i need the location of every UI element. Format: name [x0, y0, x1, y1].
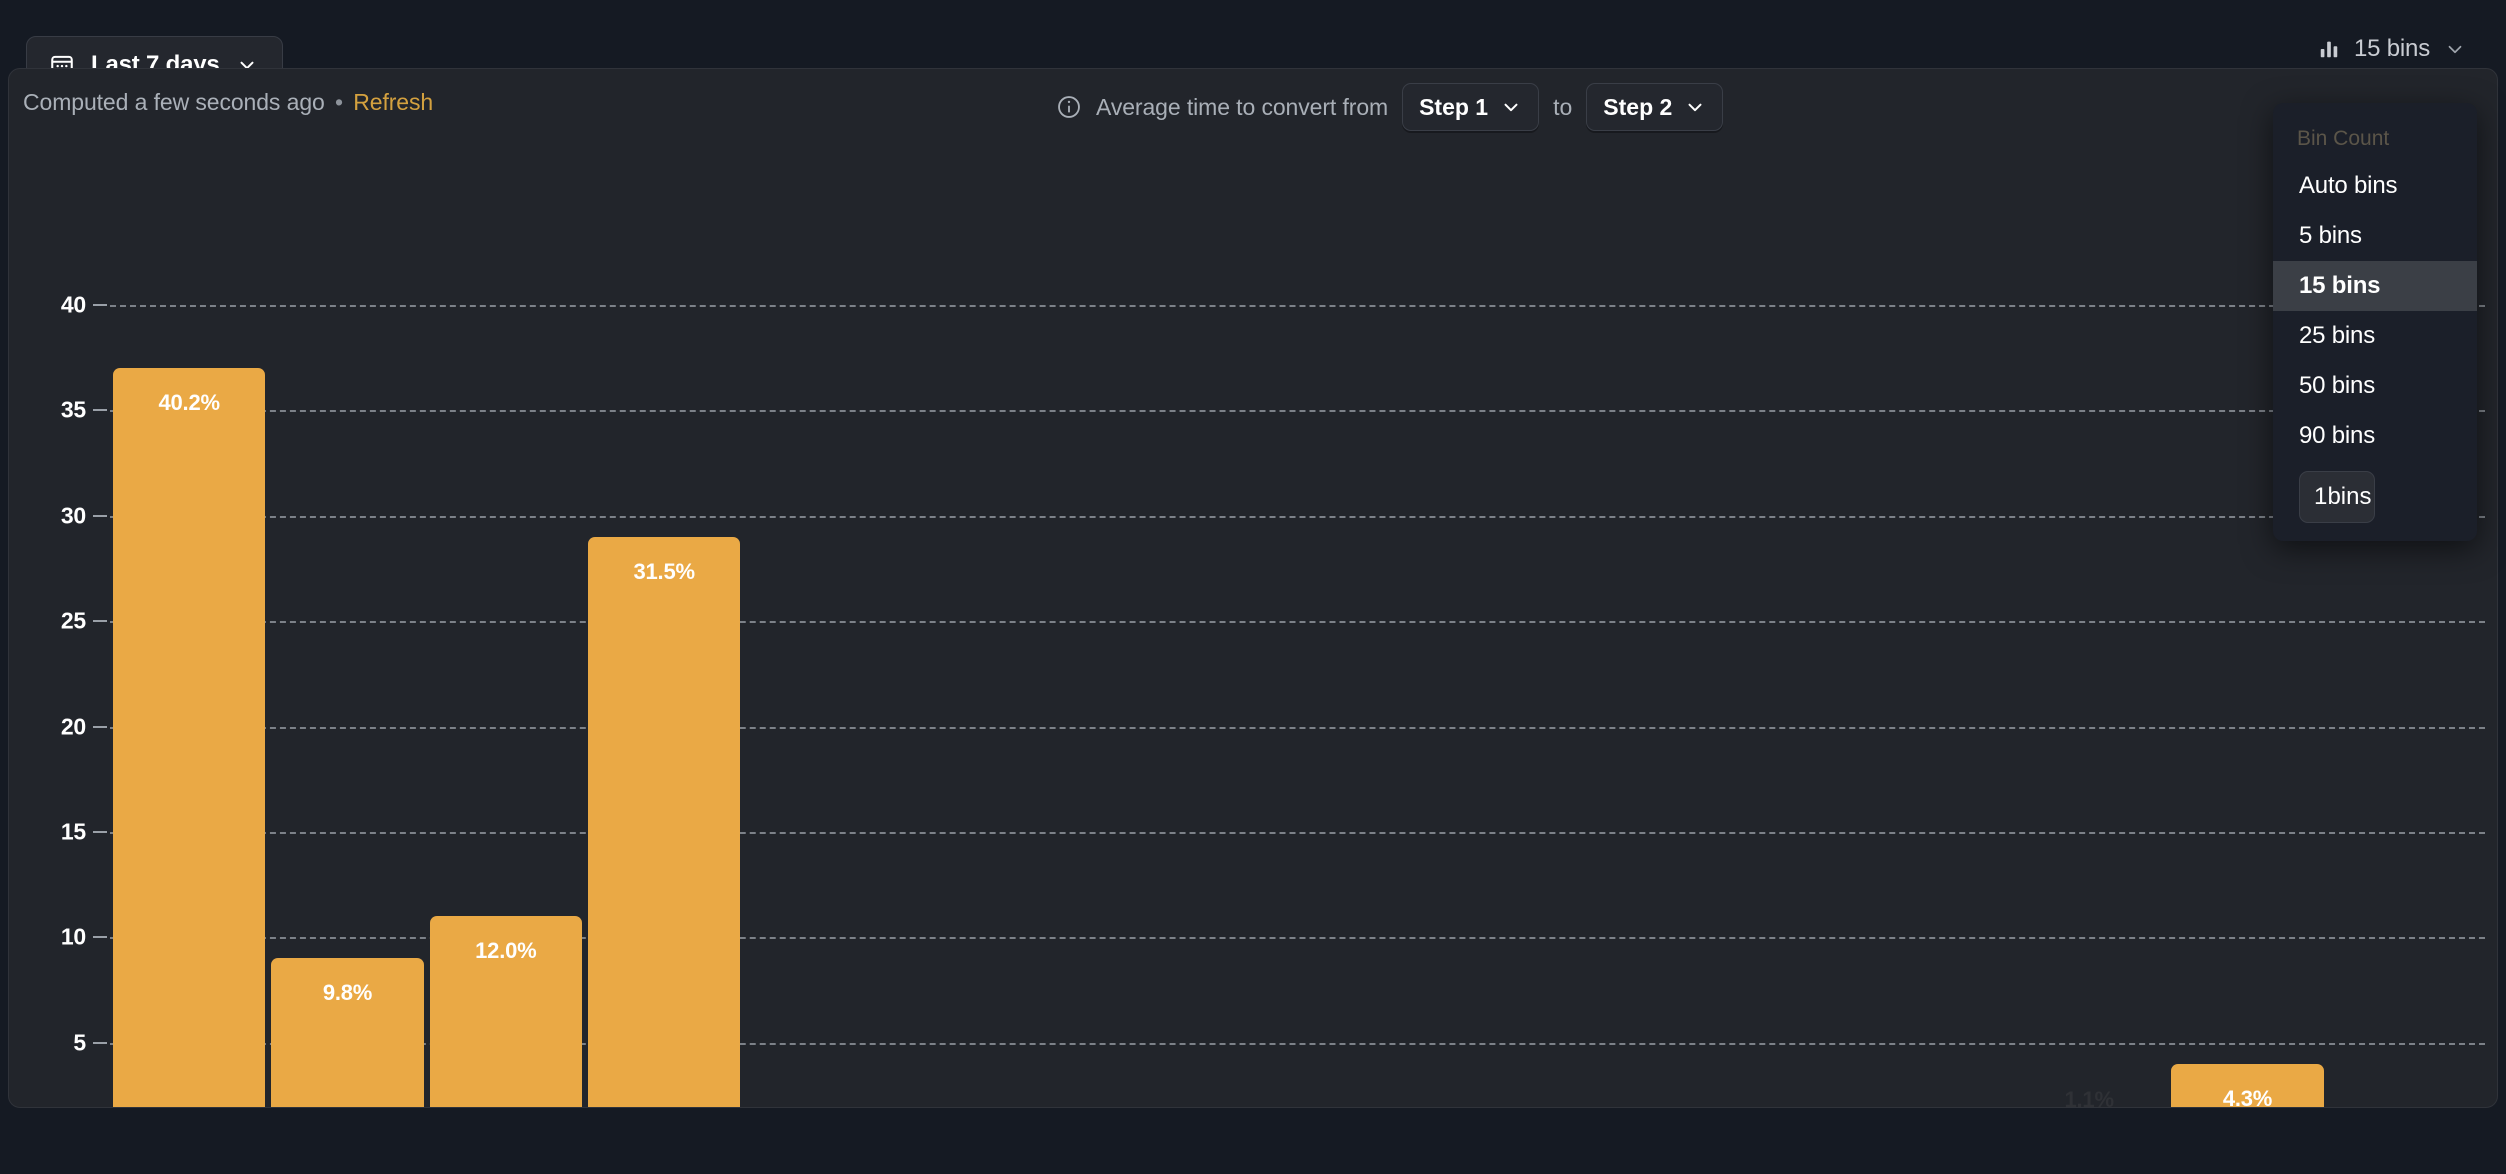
bar-value-label: 12.0% — [475, 938, 537, 964]
y-axis-tick-label: 35 — [60, 396, 86, 423]
panel-meta-row: Computed a few seconds ago • Refresh Ave… — [9, 69, 2497, 135]
y-axis-tick-mark — [93, 304, 107, 306]
y-axis-tick-label: 15 — [60, 818, 86, 845]
y-axis-tick-label: 40 — [60, 291, 86, 318]
bar-value-label: 9.8% — [322, 980, 373, 1006]
y-axis-tick-label: 30 — [60, 502, 86, 529]
y-axis-tick-mark — [93, 409, 107, 412]
plot-area: 40.2% 9.8% 12.0% 31.5% 1.1% 4.3% — [110, 305, 2485, 1108]
bar-value-label: 1.1% — [2064, 1086, 2114, 1108]
menu-item-50-bins[interactable]: 50 bins — [2273, 361, 2477, 411]
menu-title: Bin Count — [2297, 127, 2390, 150]
separator-dot: • — [335, 89, 343, 115]
info-icon[interactable] — [1056, 94, 1082, 120]
refresh-link[interactable]: Refresh — [353, 89, 433, 115]
custom-bins-suffix: bins — [2327, 483, 2372, 510]
bin-count-label: 15 bins — [2354, 35, 2430, 62]
menu-item-list: Auto bins 5 bins 15 bins 25 bins 50 bins 90 b… — [2273, 161, 2477, 461]
bar-chart-icon — [2318, 38, 2340, 60]
chevron-down-icon — [1684, 96, 1706, 118]
menu-item-90-bins[interactable]: 90 bins — [2273, 411, 2477, 461]
bin-count-menu: Bin Count Auto bins 5 bins 15 bins 25 bins 5… — [2273, 103, 2477, 541]
y-axis-tick-mark — [93, 936, 107, 939]
y-axis-tick-label: 5 — [73, 1029, 86, 1056]
y-axis-tick-label: 20 — [60, 713, 86, 739]
step-from-value: Step 1 — [1419, 93, 1489, 120]
bar-value-label: 31.5% — [633, 558, 695, 584]
y-axis-tick-label: 25 — [60, 607, 86, 634]
histogram-chart: 40.2%9.8%12.0%31.5%1.1%4.3% 051015202530… — [9, 135, 2497, 1108]
menu-item-auto-bins[interactable]: Auto bins — [2273, 161, 2477, 211]
menu-item-25-bins[interactable]: 25 bins — [2273, 311, 2477, 361]
menu-item-15-bins[interactable]: 15 bins — [2273, 261, 2477, 311]
step-from-select[interactable]: Step 1 — [1402, 83, 1540, 131]
y-axis-tick-label: 10 — [60, 923, 86, 950]
computed-status: Computed a few seconds ago • Refresh — [23, 89, 433, 116]
histogram-screen: Last 7 days 15 bins Computed a few secon… — [0, 0, 2506, 1174]
average-time-control: Average time to convert from Step 1 to S… — [1056, 83, 1724, 131]
y-axis-tick-mark — [93, 830, 107, 833]
to-label: to — [1553, 93, 1573, 120]
histogram-bar[interactable] — [113, 368, 266, 1107]
y-axis-tick-mark — [93, 725, 107, 728]
histogram-bar[interactable] — [588, 536, 741, 1107]
y-axis-tick-mark — [93, 620, 107, 623]
chevron-down-icon — [1500, 96, 1522, 118]
computed-text: Computed a few seconds ago — [23, 89, 325, 115]
chevron-down-icon — [2444, 38, 2466, 60]
step-to-select[interactable]: Step 2 — [1586, 83, 1724, 131]
y-axis-tick-mark — [93, 514, 107, 517]
bin-count-button[interactable]: 15 bins — [2308, 26, 2476, 72]
bar-value-label: 40.2% — [158, 390, 220, 416]
step-to-value: Step 2 — [1603, 93, 1673, 120]
chart-panel: Computed a few seconds ago • Refresh Ave… — [8, 68, 2498, 1108]
bar-value-label: 4.3% — [2222, 1085, 2273, 1108]
y-axis-tick-mark — [93, 1041, 107, 1044]
bar-series: 40.2% 9.8% 12.0% 31.5% 1.1% 4.3% — [110, 305, 2485, 1108]
average-time-label: Average time to convert from — [1096, 93, 1389, 120]
menu-item-5-bins[interactable]: 5 bins — [2273, 211, 2477, 261]
